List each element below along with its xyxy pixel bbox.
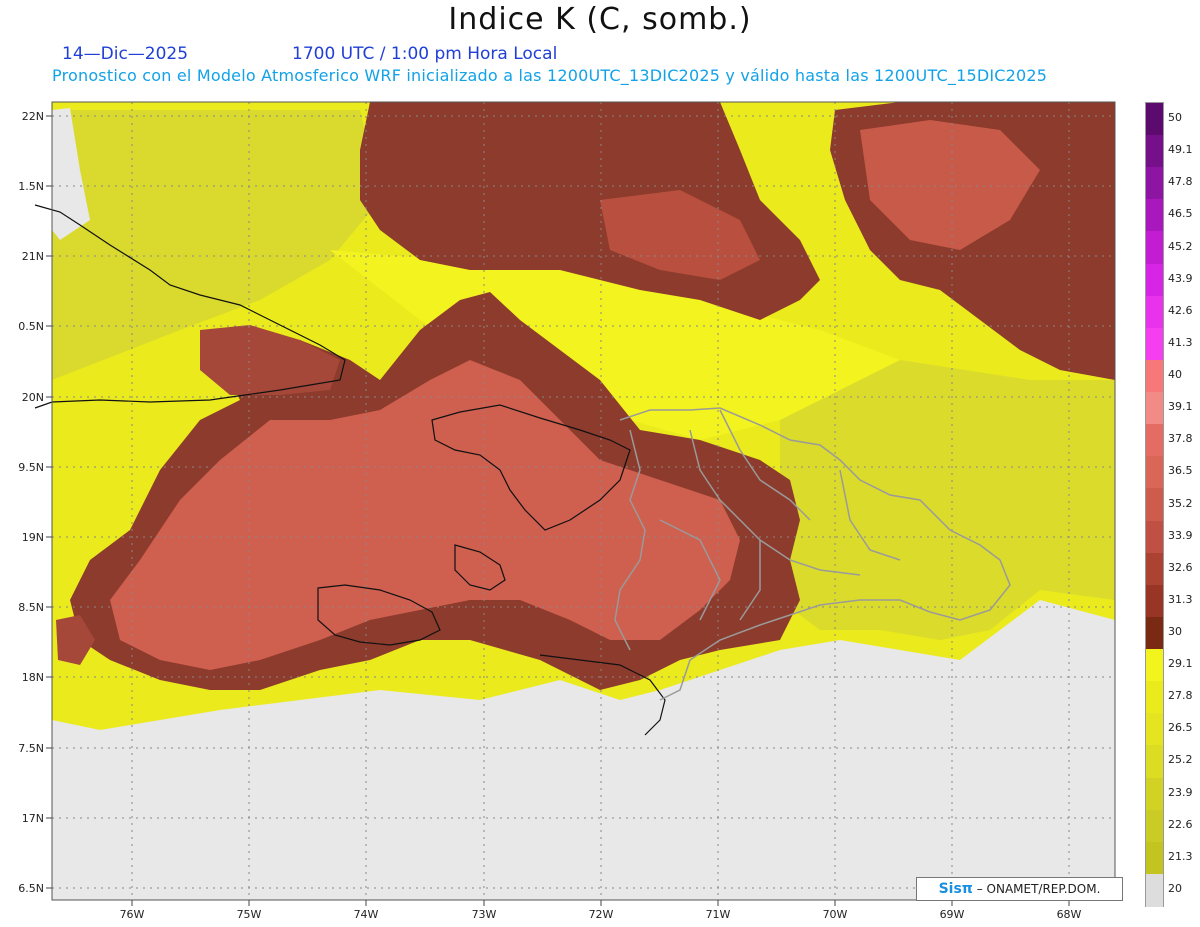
lon-label: 76W [120, 908, 145, 921]
legend-label: 40 [1168, 368, 1182, 382]
legend-swatch [1146, 327, 1163, 361]
legend-swatch [1146, 103, 1163, 136]
lat-label: 21N [22, 250, 44, 263]
lon-label: 70W [823, 908, 848, 921]
legend-swatch [1146, 841, 1163, 875]
legend-label: 26.5 [1168, 721, 1193, 735]
legend-swatch [1146, 424, 1163, 458]
lon-label: 74W [354, 908, 379, 921]
map-field [52, 102, 1115, 900]
lon-label: 72W [589, 908, 614, 921]
legend-label: 25.2 [1168, 753, 1193, 767]
legend-label: 27.8 [1168, 689, 1193, 703]
lat-label: 19N [22, 531, 44, 544]
legend-label: 37.8 [1168, 432, 1193, 446]
legend-swatch [1146, 135, 1163, 169]
credit-box: Sisπ – ONAMET/REP.DOM. [916, 877, 1123, 901]
legend-swatch [1146, 649, 1163, 683]
legend-label: 39.1 [1168, 400, 1193, 414]
color-scale-bar [1145, 102, 1164, 907]
legend-swatch [1146, 873, 1163, 907]
legend-swatch [1146, 777, 1163, 811]
lat-label: 20N [22, 391, 44, 404]
legend-swatch [1146, 199, 1163, 233]
legend-label: 41.3 [1168, 335, 1193, 349]
lon-label: 75W [237, 908, 262, 921]
lon-label: 68W [1057, 908, 1082, 921]
lon-label: 71W [706, 908, 731, 921]
legend-label: 43.9 [1168, 271, 1193, 285]
longitude-labels: 76W 75W 74W 73W 72W 71W 70W 69W 68W [120, 908, 1082, 921]
legend-swatch [1146, 392, 1163, 426]
forecast-map: 22N 1.5N 21N 0.5N 20N 9.5N 19N 8.5N 18N … [18, 101, 1116, 921]
legend-swatch [1146, 231, 1163, 265]
legend-swatch [1146, 681, 1163, 715]
lat-label: 8.5N [18, 601, 44, 614]
legend-swatch [1146, 520, 1163, 554]
legend-swatch [1146, 584, 1163, 618]
legend-label: 32.6 [1168, 560, 1193, 574]
lat-label: 18N [22, 671, 44, 684]
legend-swatch [1146, 488, 1163, 522]
legend-label: 50 [1168, 111, 1182, 125]
lon-label: 69W [940, 908, 965, 921]
legend-swatch [1146, 713, 1163, 747]
legend-swatch [1146, 616, 1163, 650]
latitude-labels: 22N 1.5N 21N 0.5N 20N 9.5N 19N 8.5N 18N … [18, 110, 44, 895]
legend-label: 23.9 [1168, 785, 1193, 799]
legend-swatch [1146, 295, 1163, 329]
legend-swatch [1146, 809, 1163, 843]
legend-label: 30 [1168, 624, 1182, 638]
legend-label: 35.2 [1168, 496, 1193, 510]
legend-label: 47.8 [1168, 175, 1193, 189]
lat-label: 17N [22, 812, 44, 825]
legend-label: 42.6 [1168, 303, 1193, 317]
legend-label: 49.1 [1168, 143, 1193, 157]
lon-label: 73W [472, 908, 497, 921]
legend-swatch [1146, 456, 1163, 490]
lat-label: 9.5N [18, 461, 44, 474]
legend-swatch [1146, 263, 1163, 297]
sispi-logo: Sisπ [938, 881, 973, 897]
legend-label: 45.2 [1168, 239, 1193, 253]
lat-label: 22N [22, 110, 44, 123]
legend-label: 33.9 [1168, 528, 1193, 542]
legend-label: 22.6 [1168, 817, 1193, 831]
lat-label: 0.5N [18, 320, 44, 333]
legend-swatch [1146, 167, 1163, 201]
lat-label: 1.5N [18, 180, 44, 193]
lat-label: 6.5N [18, 882, 44, 895]
legend-label: 20 [1168, 881, 1182, 895]
lat-label: 7.5N [18, 742, 44, 755]
legend-swatch [1146, 745, 1163, 779]
legend-swatch [1146, 359, 1163, 393]
credit-text: – ONAMET/REP.DOM. [976, 882, 1101, 896]
legend-label: 31.3 [1168, 592, 1193, 606]
legend-swatch [1146, 552, 1163, 586]
legend-label: 36.5 [1168, 464, 1193, 478]
legend-label: 46.5 [1168, 207, 1193, 221]
legend-label: 29.1 [1168, 657, 1193, 671]
legend-label: 21.3 [1168, 849, 1193, 863]
